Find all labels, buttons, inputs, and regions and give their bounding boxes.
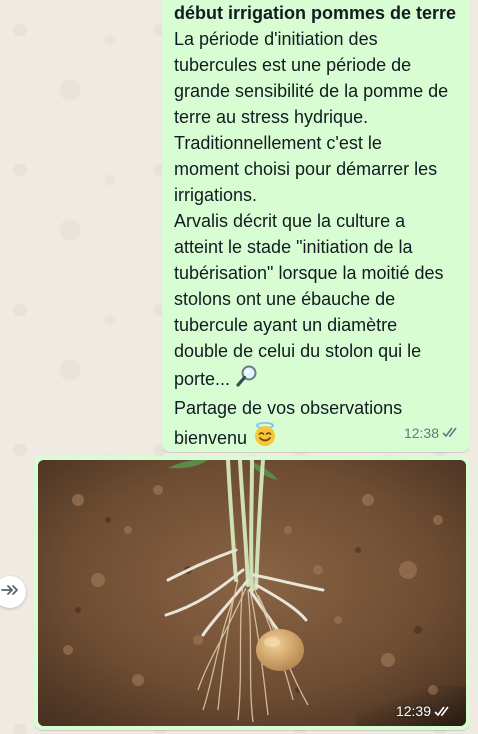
outgoing-text-message[interactable]: début irrigation pommes de terre La péri… xyxy=(162,0,470,452)
double-check-read-icon xyxy=(442,420,460,446)
message-line: Arvalis décrit que la culture a xyxy=(174,211,406,231)
photo-time: 12:39 xyxy=(395,703,431,719)
message-line: atteint le stade "initiation de la xyxy=(174,237,413,257)
message-line: irrigations. xyxy=(174,185,258,205)
potato-plant-photo[interactable]: 12:39 xyxy=(38,460,466,726)
photo-meta: 12:39 xyxy=(396,703,452,719)
magnifying-glass-icon xyxy=(235,364,259,395)
message-line: moment choisi pour démarrer les xyxy=(174,159,438,179)
message-line: tubercules est une période de xyxy=(174,55,412,75)
message-title: début irrigation pommes de terre xyxy=(174,3,457,23)
message-line: double de celui du stolon qui le xyxy=(174,341,422,361)
message-line: La période d'initiation des xyxy=(174,29,378,49)
message-line: tubérisation" lorsque la moitié des xyxy=(174,263,444,283)
forward-arrows-icon xyxy=(1,583,19,602)
smiling-face-with-halo-icon xyxy=(252,421,278,454)
message-line: grande sensibilité de la pomme de xyxy=(174,81,449,101)
message-time: 12:38 xyxy=(403,425,439,441)
message-line: terre au stress hydrique. xyxy=(174,107,369,127)
outgoing-image-message[interactable]: 12:39 xyxy=(34,456,470,730)
message-line: tubercule ayant un diamètre xyxy=(174,315,398,335)
message-line-text: porte... xyxy=(174,369,231,389)
message-line-with-emoji: porte... xyxy=(174,364,460,395)
message-line: Partage de vos observations xyxy=(174,398,403,418)
double-check-read-icon xyxy=(434,705,452,717)
message-line-text: bienvenu xyxy=(174,428,248,448)
message-line: stolons ont une ébauche de xyxy=(174,289,396,309)
message-meta: 12:38 xyxy=(404,420,460,446)
message-line: Traditionnellement c'est le xyxy=(174,133,382,153)
